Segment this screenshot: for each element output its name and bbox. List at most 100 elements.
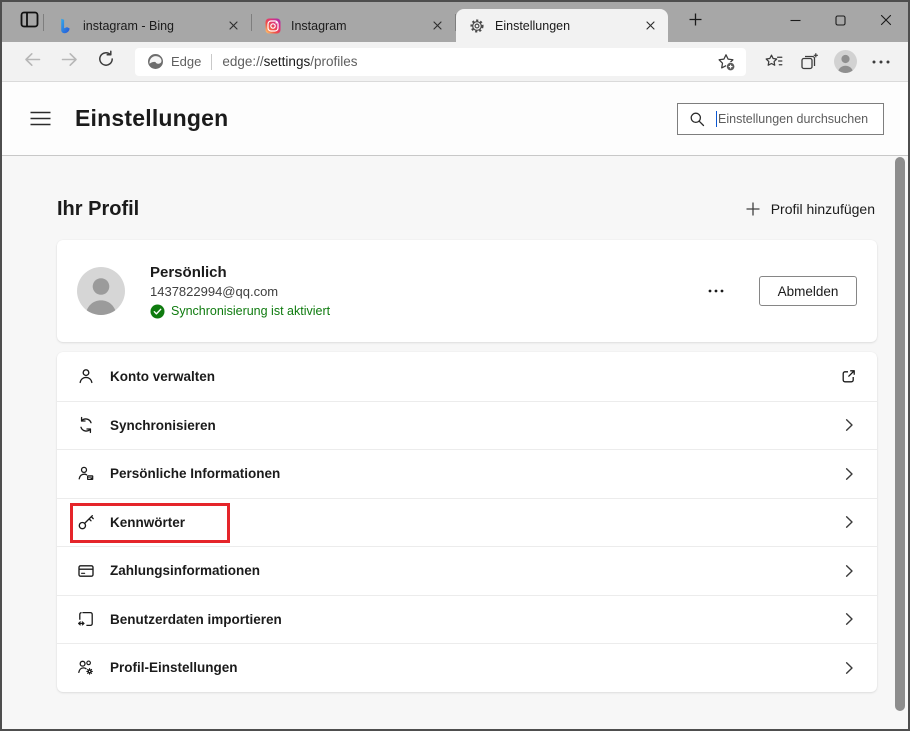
address-bar[interactable]: Edge edge://settings/profiles <box>135 48 746 76</box>
sign-out-button[interactable]: Abmelden <box>759 276 857 306</box>
credit-card-icon <box>77 562 95 580</box>
settings-content: Ihr Profil Profil hinzufügen Persönlich … <box>2 156 908 729</box>
menu-item-zahlungsinformationen[interactable]: Zahlungsinformationen <box>57 546 877 595</box>
add-favorite-button[interactable] <box>713 49 739 75</box>
menu-item-profil-einstellungen[interactable]: Profil-Einstellungen <box>57 643 877 692</box>
chevron-right-icon <box>841 417 857 433</box>
chevron-right-icon <box>841 514 857 530</box>
bing-icon <box>57 18 73 34</box>
profile-avatar-icon <box>834 50 857 73</box>
close-window-button[interactable] <box>863 2 908 42</box>
import-icon <box>77 610 95 628</box>
person-icon <box>77 367 95 385</box>
sync-icon <box>77 416 95 434</box>
hamburger-icon <box>30 111 51 126</box>
settings-header: Einstellungen Einstellungen durchsuchen <box>2 82 908 156</box>
menu-item-synchronisieren[interactable]: Synchronisieren <box>57 401 877 450</box>
minimize-button[interactable] <box>773 2 818 42</box>
more-icon <box>872 60 890 64</box>
menu-item-label: Konto verwalten <box>110 369 215 384</box>
key-icon <box>77 513 95 531</box>
search-input[interactable]: Einstellungen durchsuchen <box>677 103 884 135</box>
forward-button[interactable] <box>55 48 83 76</box>
chevron-right-icon <box>841 466 857 482</box>
menu-item-label: Synchronisieren <box>110 418 216 433</box>
address-brand-label: Edge <box>171 54 201 69</box>
collections-icon <box>799 52 819 72</box>
window-controls <box>773 2 908 42</box>
add-profile-button[interactable]: Profil hinzufügen <box>743 197 877 221</box>
person-gear-icon <box>77 659 95 677</box>
browser-menu-button[interactable] <box>872 60 890 64</box>
search-icon <box>689 111 705 127</box>
browser-window: instagram - Bing Instagram Einstellungen <box>0 0 910 731</box>
star-add-icon <box>716 52 736 72</box>
settings-menu-button[interactable] <box>26 107 55 130</box>
menu-item-benutzerdaten-importieren[interactable]: Benutzerdaten importieren <box>57 595 877 644</box>
avatar <box>77 267 125 315</box>
menu-item-label: Profil-Einstellungen <box>110 660 238 675</box>
minimize-icon <box>790 13 801 31</box>
menu-item-konto-verwalten[interactable]: Konto verwalten <box>57 352 877 401</box>
more-icon <box>708 289 724 293</box>
refresh-icon <box>97 50 115 73</box>
close-icon[interactable] <box>225 17 242 34</box>
collections-button[interactable] <box>799 52 819 72</box>
page-title: Einstellungen <box>75 105 228 132</box>
refresh-button[interactable] <box>92 48 120 76</box>
back-button[interactable] <box>18 48 46 76</box>
back-icon <box>23 50 42 74</box>
sync-check-icon <box>150 304 165 319</box>
profile-more-button[interactable] <box>703 284 729 298</box>
chevron-right-icon <box>841 660 857 676</box>
navbar-actions <box>756 50 898 73</box>
address-divider <box>211 54 212 70</box>
tab-title: Instagram <box>291 19 423 33</box>
menu-item-kennwoerter[interactable]: Kennwörter <box>57 498 877 547</box>
menu-item-label: Persönliche Informationen <box>110 466 280 481</box>
gear-icon <box>469 18 485 34</box>
url-path: /profiles <box>310 54 357 69</box>
profile-name: Persönlich <box>150 264 330 281</box>
person-card-icon <box>77 465 95 483</box>
plus-icon <box>745 201 761 217</box>
url-text: edge://settings/profiles <box>222 54 357 69</box>
new-tab-button[interactable] <box>681 8 709 36</box>
text-caret <box>716 111 717 127</box>
external-link-icon <box>840 368 857 385</box>
favorites-button[interactable] <box>764 52 784 72</box>
instagram-icon <box>265 18 281 34</box>
scrollbar-thumb[interactable] <box>895 157 905 711</box>
maximize-button[interactable] <box>818 2 863 42</box>
favorites-icon <box>764 52 784 72</box>
maximize-icon <box>835 13 846 31</box>
url-scheme: edge:// <box>222 54 263 69</box>
profile-email: 1437822994@qq.com <box>150 284 330 299</box>
chevron-right-icon <box>841 563 857 579</box>
edge-logo-icon <box>147 53 164 70</box>
sync-status: Synchronisierung ist aktiviert <box>171 304 330 318</box>
close-icon <box>880 13 892 31</box>
profile-button[interactable] <box>834 50 857 73</box>
add-profile-label: Profil hinzufügen <box>771 201 875 217</box>
section-heading: Ihr Profil <box>57 198 139 221</box>
close-icon[interactable] <box>429 17 446 34</box>
chevron-right-icon <box>841 611 857 627</box>
navigation-bar: Edge edge://settings/profiles <box>2 42 908 82</box>
profile-card: Persönlich 1437822994@qq.com Synchronisi… <box>57 240 877 342</box>
menu-item-label: Zahlungsinformationen <box>110 563 260 578</box>
tab-title: instagram - Bing <box>83 19 219 33</box>
tab-actions-button[interactable] <box>16 9 43 36</box>
menu-item-persoenliche-informationen[interactable]: Persönliche Informationen <box>57 449 877 498</box>
close-icon[interactable] <box>642 17 659 34</box>
menu-item-label: Kennwörter <box>110 515 185 530</box>
search-placeholder: Einstellungen durchsuchen <box>718 112 879 126</box>
tab-instagram[interactable]: Instagram <box>252 9 455 42</box>
url-host: settings <box>264 54 311 69</box>
tab-instagram-bing[interactable]: instagram - Bing <box>44 9 251 42</box>
plus-icon <box>688 12 703 32</box>
tab-title: Einstellungen <box>495 19 636 33</box>
tab-actions-icon <box>19 9 40 35</box>
tab-einstellungen-active[interactable]: Einstellungen <box>456 9 668 42</box>
scrollbar[interactable] <box>894 156 905 729</box>
